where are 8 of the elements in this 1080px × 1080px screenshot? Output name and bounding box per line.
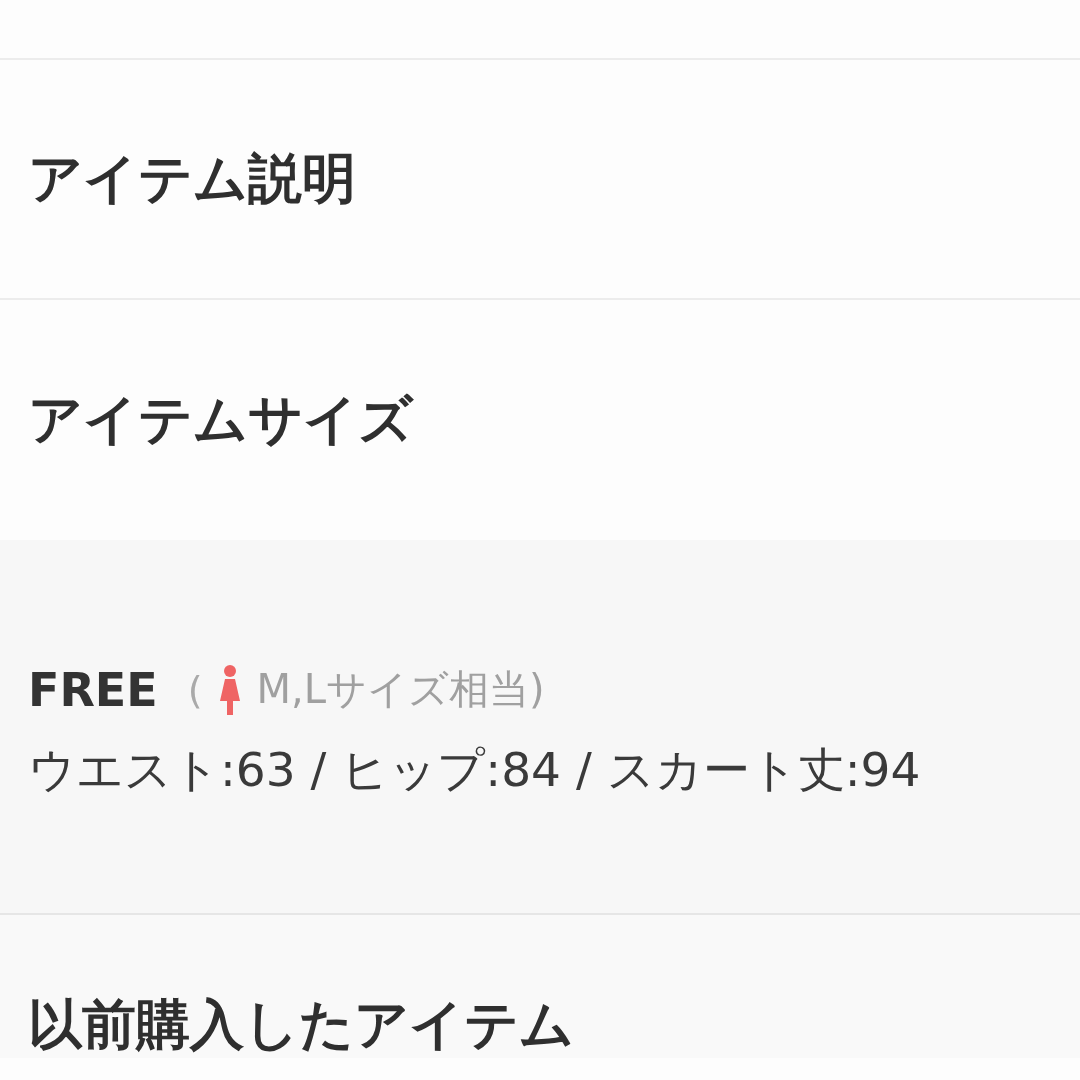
woman-icon	[218, 664, 241, 715]
section-heading: アイテム説明	[28, 146, 356, 212]
section-heading: 以前購入したアイテム	[28, 993, 575, 1058]
note-paren: (	[187, 667, 203, 712]
size-measurements: ウエスト:63 / ヒップ:84 / スカート丈:94	[28, 741, 921, 799]
size-label: FREE	[28, 662, 158, 717]
section-heading: アイテムサイズ	[28, 387, 413, 453]
size-equivalent-note: M,Lサイズ相当)	[256, 665, 545, 714]
